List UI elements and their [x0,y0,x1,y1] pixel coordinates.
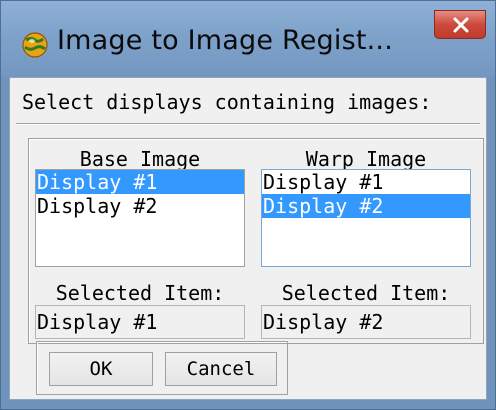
separator [16,123,480,125]
base-list-item-display-2[interactable]: Display #2 [36,194,244,218]
warp-image-header: Warp Image [305,147,427,171]
button-group: OK Cancel [36,341,288,395]
close-button[interactable] [434,10,486,39]
globe-icon [21,31,49,59]
base-image-list[interactable]: Display #1 Display #2 [35,169,245,267]
base-list-item-display-1[interactable]: Display #1 [36,170,244,194]
base-selected-label: Selected Item: [55,281,225,305]
dialog-window: Image to Image Regist... Select displays… [0,0,496,410]
cancel-button[interactable]: Cancel [165,352,277,386]
base-image-header: Base Image [79,147,201,171]
warp-list-item-display-2[interactable]: Display #2 [262,194,470,218]
ok-button[interactable]: OK [49,352,153,386]
close-icon [453,17,469,33]
title-bar[interactable]: Image to Image Regist... [1,1,495,77]
warp-list-item-display-1[interactable]: Display #1 [262,170,470,194]
window-title: Image to Image Regist... [57,25,393,56]
base-selected-field: Display #1 [35,305,245,339]
display-selection-group: Base Image Display #1 Display #2 Selecte… [28,138,484,344]
dialog-body: Select displays containing images: Base … [9,77,487,400]
warp-image-list[interactable]: Display #1 Display #2 [261,169,471,267]
prompt-label: Select displays containing images: [22,90,432,114]
warp-selected-label: Selected Item: [281,281,451,305]
warp-selected-field: Display #2 [261,305,471,339]
